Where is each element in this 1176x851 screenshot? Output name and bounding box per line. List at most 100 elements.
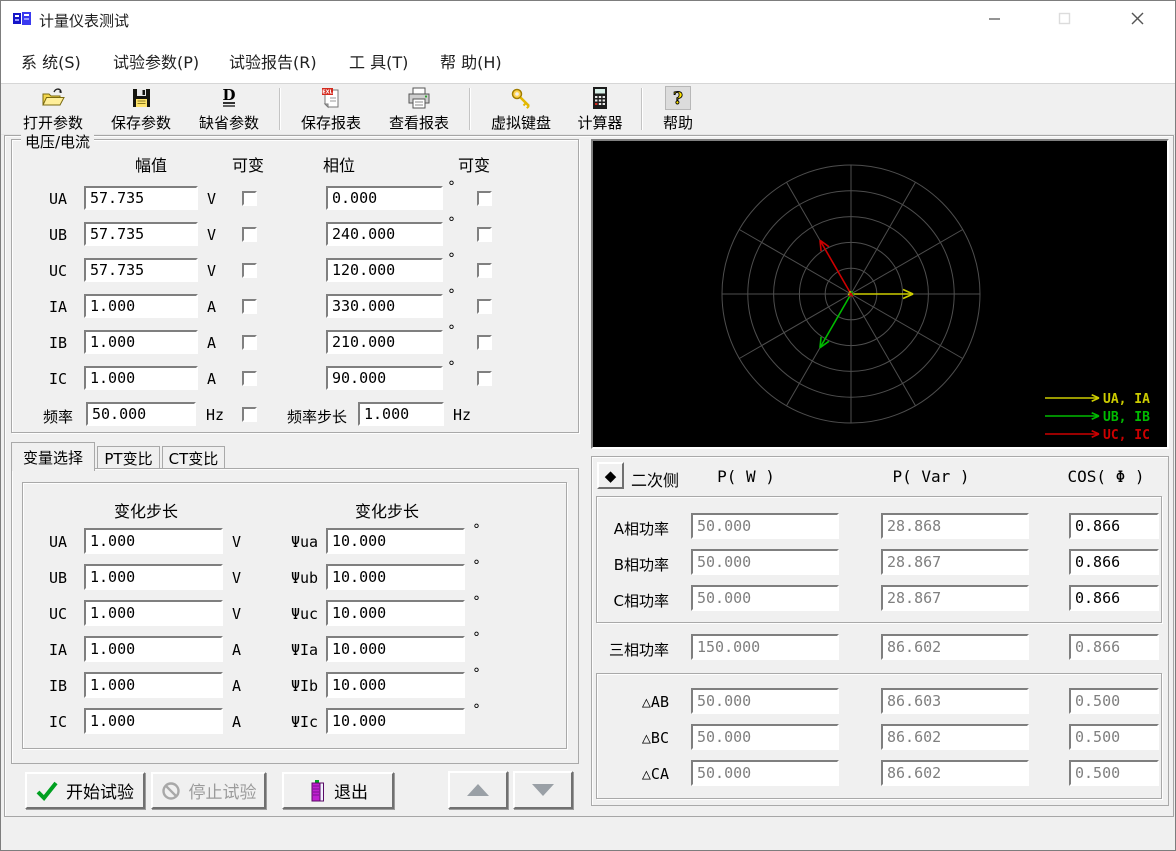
uc-phase-input[interactable] — [326, 258, 443, 282]
open-params-label: 打开参数 — [23, 112, 83, 133]
exit-button[interactable]: 退出 — [282, 772, 394, 809]
close-icon — [1130, 11, 1145, 26]
degree-symbol: ° — [473, 666, 480, 682]
ua-step-input[interactable] — [84, 528, 223, 554]
delta-ca-cos-field — [1069, 760, 1159, 786]
ic-amplitude-variable-checkbox[interactable] — [242, 371, 257, 386]
help-button[interactable]: ? 帮助 — [649, 84, 707, 134]
delta-bc-p-field — [691, 724, 839, 750]
phase-a-power-label: A相功率 — [599, 518, 669, 539]
app-window: 计量仪表测试 系 统(S) 试验参数(P) 试验报告(R) 工 具(T) 帮 助… — [0, 0, 1176, 851]
delta-ca-p-field — [691, 760, 839, 786]
ub-step-input[interactable] — [84, 564, 223, 590]
save-params-button[interactable]: 保存参数 — [97, 84, 185, 134]
menu-bar: 系 统(S) 试验参数(P) 试验报告(R) 工 具(T) 帮 助(H) — [1, 37, 1175, 83]
start-test-button[interactable]: 开始试验 — [25, 772, 145, 809]
psi-uc-step-input[interactable] — [326, 600, 465, 626]
menu-test-params[interactable]: 试验参数(P) — [113, 49, 199, 73]
frequency-input[interactable] — [86, 402, 196, 426]
virtual-keyboard-button[interactable]: 虚拟键盘 — [477, 84, 565, 134]
tab-ct-ratio[interactable]: CT变比 — [162, 446, 225, 469]
ia-amplitude-variable-checkbox[interactable] — [242, 299, 257, 314]
psi-ic-step-input[interactable] — [326, 708, 465, 734]
psi-label: ΨIb — [291, 677, 318, 695]
save-report-button[interactable]: EXL 保存报表 — [287, 84, 375, 134]
app-icon — [12, 9, 32, 29]
psi-ib-step-input[interactable] — [326, 672, 465, 698]
psi-ub-step-input[interactable] — [326, 564, 465, 590]
scroll-down-button[interactable] — [513, 771, 573, 809]
ib-step-input[interactable] — [84, 672, 223, 698]
tab-pt-ratio[interactable]: PT变比 — [97, 446, 160, 469]
ib-amplitude-input[interactable] — [84, 330, 198, 354]
toolbar-separator — [641, 88, 643, 130]
delta-ab-label: △AB — [609, 693, 669, 711]
delta-ab-cos-field — [1069, 688, 1159, 714]
tab-variable-select[interactable]: 变量选择 — [11, 442, 95, 471]
svg-text:?: ? — [673, 89, 683, 108]
svg-text:EXL: EXL — [322, 89, 333, 95]
delta-ca-q-field — [881, 760, 1029, 786]
ic-phase-variable-checkbox[interactable] — [477, 371, 492, 386]
psi-ua-step-input[interactable] — [326, 528, 465, 554]
step-right-header: 变化步长 — [350, 498, 424, 522]
uc-phase-variable-checkbox[interactable] — [477, 263, 492, 278]
delta-bc-q-field — [881, 724, 1029, 750]
ua-amplitude-variable-checkbox[interactable] — [242, 191, 257, 206]
phase-c-cos-field — [1069, 585, 1159, 611]
secondary-side-toggle-button[interactable]: ◆ — [597, 462, 624, 489]
menu-system[interactable]: 系 统(S) — [21, 49, 81, 73]
menu-tools[interactable]: 工 具(T) — [349, 49, 408, 73]
delta-ab-q-field — [881, 688, 1029, 714]
ua-amplitude-input[interactable] — [84, 186, 198, 210]
frequency-step-input[interactable] — [358, 402, 444, 426]
ub-amplitude-input[interactable] — [84, 222, 198, 246]
calculator-button[interactable]: 计算器 — [565, 84, 635, 134]
menu-help[interactable]: 帮 助(H) — [440, 49, 502, 73]
ua-phase-variable-checkbox[interactable] — [477, 191, 492, 206]
ua-phase-input[interactable] — [326, 186, 443, 210]
help-icon: ? — [665, 86, 691, 110]
phase-a-q-field — [881, 513, 1029, 539]
vc-row-unit: A — [207, 370, 216, 388]
ia-phase-variable-checkbox[interactable] — [477, 299, 492, 314]
ub-phase-input[interactable] — [326, 222, 443, 246]
ib-phase-variable-checkbox[interactable] — [477, 335, 492, 350]
close-button[interactable] — [1109, 1, 1165, 35]
diamond-icon: ◆ — [605, 467, 617, 485]
minimize-button[interactable] — [966, 1, 1022, 35]
uc-step-input[interactable] — [84, 600, 223, 626]
ia-phase-input[interactable] — [326, 294, 443, 318]
help-label: 帮助 — [663, 112, 693, 133]
ib-amplitude-variable-checkbox[interactable] — [242, 335, 257, 350]
menu-test-report[interactable]: 试验报告(R) — [229, 49, 317, 73]
uc-amplitude-variable-checkbox[interactable] — [242, 263, 257, 278]
default-params-button[interactable]: D 缺省参数 — [185, 84, 273, 134]
phase-c-power-label: C相功率 — [599, 590, 669, 611]
ub-amplitude-variable-checkbox[interactable] — [242, 227, 257, 242]
ic-step-input[interactable] — [84, 708, 223, 734]
uc-amplitude-input[interactable] — [84, 258, 198, 282]
ia-amplitude-input[interactable] — [84, 294, 198, 318]
frequency-variable-checkbox[interactable] — [242, 407, 257, 422]
tab-ct-ratio-label: CT变比 — [169, 448, 219, 469]
open-params-button[interactable]: 打开参数 — [9, 84, 97, 134]
ia-step-input[interactable] — [84, 636, 223, 662]
phase-a-p-field — [691, 513, 839, 539]
stop-test-button[interactable]: 停止试验 — [151, 772, 266, 809]
psi-ia-step-input[interactable] — [326, 636, 465, 662]
maximize-button[interactable] — [1036, 1, 1092, 35]
ub-phase-variable-checkbox[interactable] — [477, 227, 492, 242]
ic-phase-input[interactable] — [326, 366, 443, 390]
ic-amplitude-input[interactable] — [84, 366, 198, 390]
ib-phase-input[interactable] — [326, 330, 443, 354]
down-arrow-icon — [532, 784, 554, 796]
vc-row-unit: A — [207, 334, 216, 352]
view-report-button[interactable]: 查看报表 — [375, 84, 463, 134]
phase-header: 相位 — [302, 152, 376, 176]
phasor-plot: UA, IAUB, IBUC, IC — [593, 141, 1167, 447]
window-title: 计量仪表测试 — [39, 10, 129, 31]
open-folder-icon — [40, 86, 66, 110]
degree-symbol: ° — [473, 594, 480, 610]
scroll-up-button[interactable] — [448, 771, 508, 809]
